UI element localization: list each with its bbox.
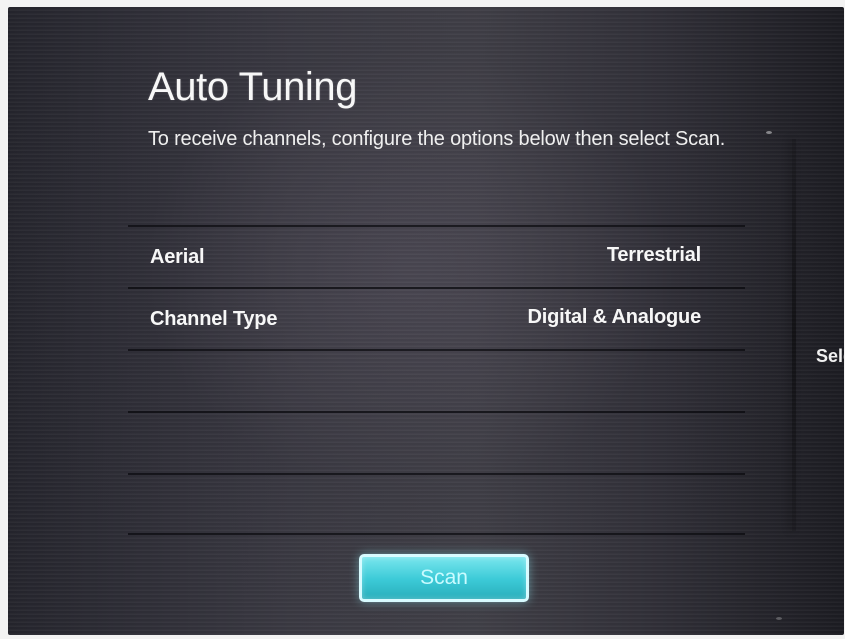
right-side-partial-text: Sele bbox=[816, 346, 844, 366]
auto-tuning-settings-list: Aerial Terrestrial Channel Type Digital … bbox=[128, 225, 745, 535]
aerial-setting-row[interactable]: Aerial Terrestrial bbox=[128, 225, 745, 287]
empty-setting-row bbox=[128, 473, 745, 535]
scan-button[interactable]: Scan bbox=[359, 554, 529, 602]
channel-type-setting-row[interactable]: Channel Type Digital & Analogue bbox=[128, 287, 745, 349]
aerial-label: Aerial bbox=[150, 246, 205, 268]
photo-frame: Auto Tuning To receive channels, configu… bbox=[0, 0, 845, 639]
aerial-value: Terrestrial bbox=[606, 244, 701, 266]
page-title: Auto Tuning bbox=[148, 65, 358, 109]
tv-screen: Auto Tuning To receive channels, configu… bbox=[8, 7, 844, 635]
empty-setting-row bbox=[128, 349, 745, 411]
channel-type-value: Digital & Analogue bbox=[527, 306, 702, 328]
screen-speck bbox=[776, 617, 782, 620]
panel-right-edge bbox=[792, 139, 796, 531]
auto-tuning-panel: Auto Tuning To receive channels, configu… bbox=[120, 47, 796, 602]
channel-type-label: Channel Type bbox=[150, 308, 278, 330]
empty-setting-row bbox=[128, 411, 745, 473]
instructions-text: To receive channels, configure the optio… bbox=[148, 128, 726, 150]
